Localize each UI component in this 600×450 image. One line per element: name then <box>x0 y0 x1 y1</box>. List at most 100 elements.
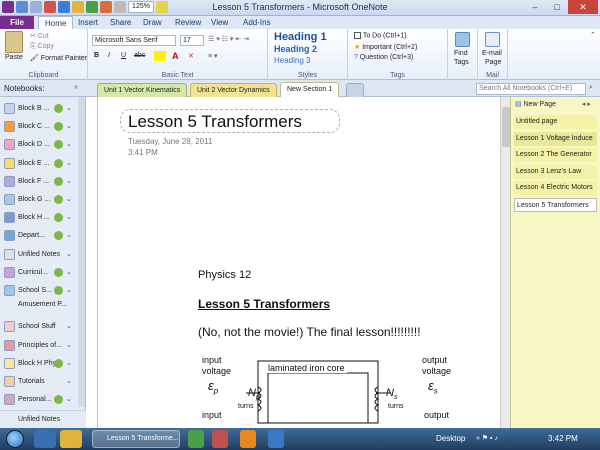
tray-icons[interactable]: » ⚑ ▪ ♪ <box>476 434 498 442</box>
notebook-item[interactable]: Block D ... ⌄ <box>2 136 82 153</box>
taskbar-app4-icon[interactable] <box>268 430 284 448</box>
page-list-item[interactable]: Lesson 4 Electric Motors <box>514 181 597 196</box>
tab-view[interactable]: View <box>211 16 228 29</box>
chevron-down-icon[interactable]: ⌄ <box>66 264 72 281</box>
question-tag[interactable]: ? Question (Ctrl+3) <box>354 54 413 61</box>
tab-home[interactable]: Home <box>38 16 74 29</box>
desktop-toolbar[interactable]: Desktop <box>436 434 465 443</box>
collapse-ribbon-icon[interactable]: ⌃ <box>590 31 596 39</box>
italic-button[interactable]: I <box>108 52 110 59</box>
page-list-item[interactable]: Lesson 3 Lenz's Law <box>514 164 597 179</box>
chevron-down-icon[interactable]: ⌄ <box>66 191 72 208</box>
notebook-item[interactable]: School Stuff ⌄ <box>2 318 82 335</box>
content-line-subtitle[interactable]: (No, not the movie!) The final lesson!!!… <box>198 325 421 339</box>
chevron-down-icon[interactable]: ⌄ <box>66 355 72 372</box>
underline-button[interactable]: U <box>121 52 126 59</box>
section-tab-unit1[interactable]: Unit 1 Vector Kinematics <box>97 83 188 97</box>
heading2-style[interactable]: Heading 2 <box>274 44 317 54</box>
paste-button[interactable]: Paste <box>5 54 23 61</box>
notebook-item[interactable]: Block F ... ⌄ <box>2 173 82 190</box>
chevron-down-icon[interactable]: ⌄ <box>66 118 72 135</box>
page-scrollbar[interactable] <box>500 97 510 428</box>
paste-icon[interactable] <box>5 31 23 53</box>
search-input[interactable]: Search All Notebooks (Ctrl+E) <box>476 83 586 95</box>
strikethrough-button[interactable]: abc <box>134 52 145 59</box>
highlight-color-icon[interactable] <box>154 51 166 61</box>
taskbar-app2-icon[interactable] <box>212 430 228 448</box>
notebook-item[interactable]: Curricul... ⌄ <box>2 264 82 281</box>
format-painter-button[interactable]: 🖌 Format Painter <box>30 54 87 62</box>
notebook-item[interactable]: Block B ... ⌄ <box>2 100 82 117</box>
find-tags-line1[interactable]: Find <box>454 50 468 57</box>
section-tab-new-section1[interactable]: New Section 1 <box>280 82 340 97</box>
unfiled-notes-link[interactable]: Unfiled Notes <box>0 410 86 428</box>
align-icon[interactable]: ≡ ▾ <box>208 52 218 60</box>
notebook-item[interactable]: Block G ... ⌄ <box>2 191 82 208</box>
list-buttons[interactable]: ☰ ▾ ☷ ▾ ⇤ ⇥ <box>208 35 258 46</box>
section-tab-unit2[interactable]: Unit 2 Vector Dynamics <box>190 83 277 97</box>
minimize-button[interactable]: – <box>524 0 546 14</box>
tab-add-ins[interactable]: Add-Ins <box>243 16 271 29</box>
clear-format-icon[interactable]: ✕ <box>188 52 194 60</box>
taskbar-clock[interactable]: 3:42 PM <box>548 434 578 443</box>
email-line1[interactable]: E-mail <box>482 50 502 57</box>
page-title[interactable]: Lesson 5 Transformers <box>128 112 302 132</box>
important-tag[interactable]: ★ Important (Ctrl+2) <box>354 43 417 51</box>
taskbar-ie-icon[interactable] <box>34 430 56 448</box>
tab-insert[interactable]: Insert <box>78 16 98 29</box>
tab-share[interactable]: Share <box>110 16 131 29</box>
chevron-down-icon[interactable]: ⌄ <box>66 100 72 117</box>
maximize-button[interactable]: □ <box>546 0 568 14</box>
notebook-item[interactable]: Block H Phy... ⌄ <box>2 355 82 372</box>
chevron-down-icon[interactable]: ⌄ <box>66 173 72 190</box>
page-list-arrows[interactable]: ◂ ▸ <box>582 101 591 108</box>
tab-review[interactable]: Review <box>175 16 201 29</box>
font-color-icon[interactable]: A <box>172 51 179 61</box>
tab-file[interactable]: File <box>0 16 34 29</box>
taskbar-chrome-icon[interactable] <box>188 430 204 448</box>
start-button[interactable] <box>6 430 24 448</box>
chevron-down-icon[interactable]: ⌄ <box>66 155 72 172</box>
notebook-item[interactable]: School S... ⌄ <box>2 282 82 299</box>
notebook-item[interactable]: Unfiled Notes ⌄ <box>2 246 82 263</box>
new-section-tab[interactable] <box>346 83 364 97</box>
chevron-down-icon[interactable]: ⌄ <box>66 246 72 263</box>
content-line-physics[interactable]: Physics 12 <box>198 269 251 281</box>
content-line-heading[interactable]: Lesson 5 Transformers <box>198 297 330 311</box>
copy-button[interactable]: ⎘ Copy <box>30 43 54 51</box>
heading1-style[interactable]: Heading 1 <box>274 31 327 43</box>
notebook-item[interactable]: Block E ... ⌄ <box>2 155 82 172</box>
todo-tag[interactable]: To Do (Ctrl+1) <box>354 32 407 39</box>
search-icon[interactable]: ⌕ <box>589 84 593 92</box>
page-list-item[interactable]: Lesson 5 Transformers <box>514 198 597 212</box>
bold-button[interactable]: B <box>94 52 99 59</box>
notebook-item[interactable]: Block H ... ⌄ <box>2 209 82 226</box>
heading3-style[interactable]: Heading 3 <box>274 56 310 65</box>
taskbar-explorer-icon[interactable] <box>60 430 82 448</box>
chevron-down-icon[interactable]: ⌄ <box>66 391 72 408</box>
find-tags-icon[interactable] <box>455 32 470 47</box>
cut-button[interactable]: ✂ Cut <box>30 32 49 40</box>
chevron-down-icon[interactable]: ⌄ <box>66 373 72 390</box>
taskbar-firefox-icon[interactable] <box>240 430 256 448</box>
page-canvas[interactable]: Lesson 5 Transformers Tuesday, June 28, … <box>97 97 500 428</box>
chevron-down-icon[interactable]: ⌄ <box>66 337 72 354</box>
taskbar-onenote-button[interactable]: Lesson 5 Transforme... <box>92 430 180 448</box>
tab-draw[interactable]: Draw <box>143 16 162 29</box>
font-size-box[interactable]: 17 <box>180 35 204 46</box>
find-tags-line2[interactable]: Tags <box>454 59 469 66</box>
new-page-button[interactable]: ▤ New Page ◂ ▸ <box>515 100 591 108</box>
page-list-item[interactable]: Lesson 1 Voltage Induce <box>514 131 597 146</box>
chevron-down-icon[interactable]: ⌄ <box>66 318 72 335</box>
email-page-icon[interactable] <box>485 32 500 47</box>
notebook-item[interactable]: Block C ... ⌄ <box>2 118 82 135</box>
chevron-down-icon[interactable]: ⌄ <box>66 227 72 244</box>
chevron-down-icon[interactable]: ⌄ <box>66 282 72 299</box>
email-line2[interactable]: Page <box>485 59 501 66</box>
notebook-item[interactable]: Depart... ⌄ <box>2 227 82 244</box>
page-list-item[interactable]: Untitled page <box>514 115 597 129</box>
notebook-item[interactable]: Tutorials ⌄ <box>2 373 82 390</box>
notebook-item[interactable]: Principles of... ⌄ <box>2 337 82 354</box>
collapse-notebooks-icon[interactable]: « <box>74 84 78 91</box>
chevron-down-icon[interactable]: ⌄ <box>66 209 72 226</box>
